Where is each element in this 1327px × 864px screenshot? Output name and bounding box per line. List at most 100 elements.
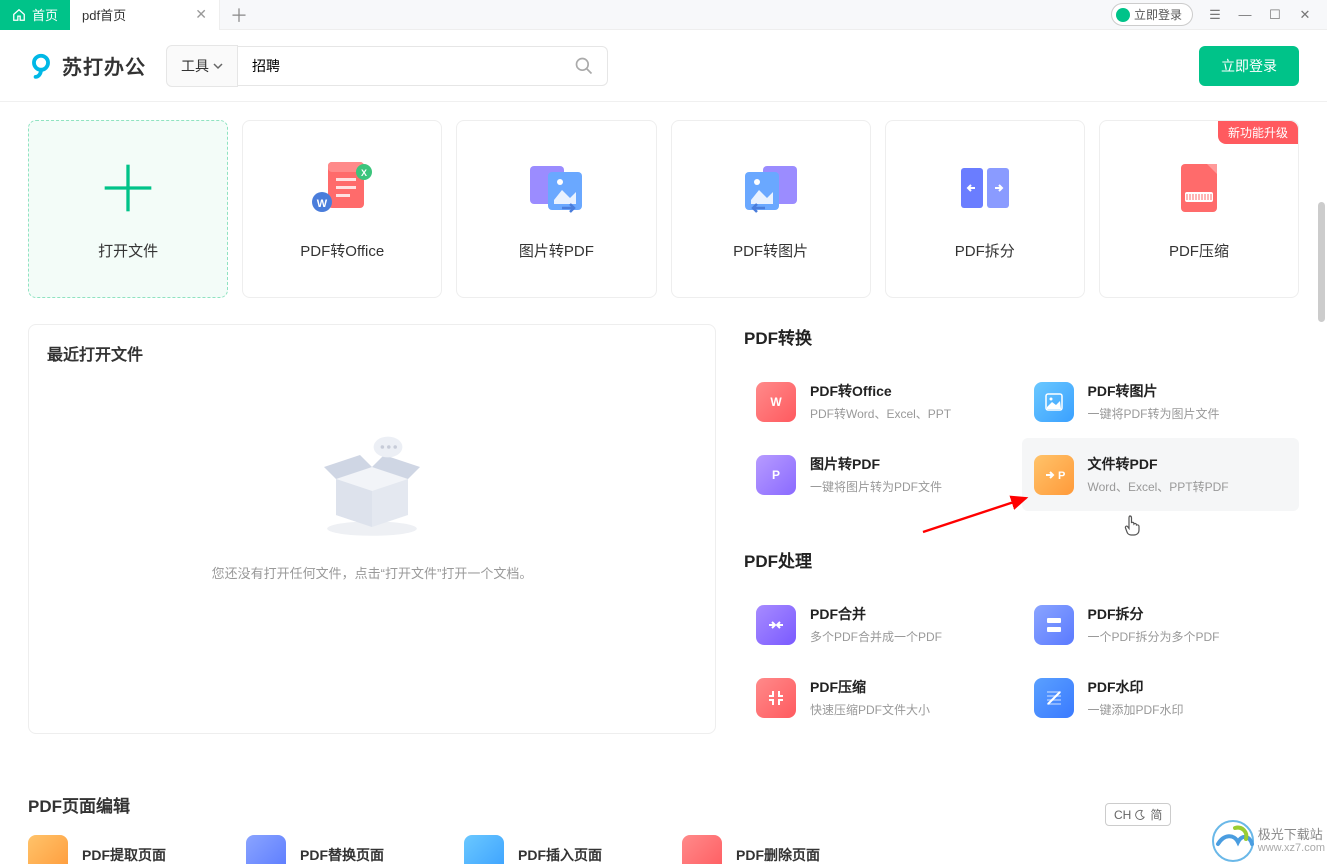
empty-text: 您还没有打开任何文件，点击“打开文件”打开一个文档。 [212,563,533,582]
feature-title: PDF转Office [810,381,951,401]
edit-delete[interactable]: PDF删除页面 [682,835,820,864]
scrollbar[interactable] [1318,202,1325,322]
feature-pdf-to-image[interactable]: PDF转图片 一键将PDF转为图片文件 [1022,365,1300,438]
search-icon[interactable] [574,56,594,76]
brand-logo-icon [28,53,54,79]
card-pdf-split[interactable]: PDF拆分 [885,120,1085,298]
titlebar-login-badge[interactable]: 立即登录 [1111,3,1193,26]
chevron-down-icon [213,61,223,71]
ime-indicator[interactable]: CH 简 [1105,803,1171,826]
empty-state: 您还没有打开任何文件，点击“打开文件”打开一个文档。 [47,365,697,652]
feature-title: PDF水印 [1088,677,1184,697]
page-edit-row: PDF提取页面 PDF替换页面 PDF插入页面 PDF删除页面 [28,835,1299,864]
plus-icon [92,158,164,218]
process-section-title: PDF处理 [744,547,1299,572]
feature-text: 图片转PDF 一键将图片转为PDF文件 [810,454,942,495]
extract-icon [28,835,68,864]
brand-name: 苏打办公 [62,51,146,80]
pdf-image-icon [735,158,807,218]
card-label: PDF拆分 [955,240,1015,261]
feature-desc: 快速压缩PDF文件大小 [810,701,930,718]
edit-extract[interactable]: PDF提取页面 [28,835,166,864]
card-label: PDF转图片 [733,240,808,261]
tab-home-label: 首页 [32,5,58,24]
svg-text:X: X [361,168,367,178]
tab-current[interactable]: pdf首页 ✕ [70,0,220,30]
empty-box-icon [312,413,432,553]
pdf-split-icon [949,158,1021,218]
login-button[interactable]: 立即登录 [1199,46,1299,86]
search-bar: 工具 [166,45,594,87]
moon-icon [1135,809,1146,820]
recent-title: 最近打开文件 [47,341,697,365]
ppt-icon: P [756,455,796,495]
process-grid: PDF合并 多个PDF合并成一个PDF PDF拆分 一个PDF拆分为多个PDF [744,588,1299,734]
tools-label: 工具 [181,56,209,76]
watermark: 极光下载站 www.xz7.com [1212,820,1325,862]
feature-pdf-merge[interactable]: PDF合并 多个PDF合并成一个PDF [744,588,1022,661]
status-dot-icon [1116,8,1130,22]
feature-desc: PDF转Word、Excel、PPT [810,405,951,422]
feature-pdf-split[interactable]: PDF拆分 一个PDF拆分为多个PDF [1022,588,1300,661]
header: 苏打办公 工具 立即登录 [0,30,1327,102]
card-label: PDF压缩 [1169,240,1229,261]
minimize-icon[interactable]: — [1237,7,1253,22]
merge-icon [756,605,796,645]
edit-insert[interactable]: PDF插入页面 [464,835,602,864]
edit-label: PDF删除页面 [736,845,820,864]
feature-title: PDF拆分 [1088,604,1220,624]
card-image-to-pdf[interactable]: 图片转PDF [456,120,656,298]
feature-text: PDF拆分 一个PDF拆分为多个PDF [1088,604,1220,645]
card-label: 图片转PDF [519,240,594,261]
brand-logo[interactable]: 苏打办公 [28,51,146,80]
menu-icon[interactable]: ☰ [1207,7,1223,23]
watermark-icon [1034,678,1074,718]
feature-desc: 一键添加PDF水印 [1088,701,1184,718]
word-icon: W [756,382,796,422]
maximize-icon[interactable]: ☐ [1267,7,1283,23]
edit-replace[interactable]: PDF替换页面 [246,835,384,864]
convert-section-title: PDF转换 [744,324,1299,349]
card-pdf-to-image[interactable]: PDF转图片 [671,120,871,298]
feature-desc: 多个PDF合并成一个PDF [810,628,942,645]
card-label: 打开文件 [98,240,158,261]
feature-desc: 一键将图片转为PDF文件 [810,478,942,495]
feature-title: PDF压缩 [810,677,930,697]
watermark-name: 极光下载站 [1258,827,1325,843]
close-icon[interactable]: ✕ [195,6,207,23]
feature-title: PDF转图片 [1088,381,1220,401]
image-icon [1034,382,1074,422]
feature-pdf-watermark[interactable]: PDF水印 一键添加PDF水印 [1022,661,1300,734]
feature-text: PDF转图片 一键将PDF转为图片文件 [1088,381,1220,422]
image-pdf-icon [520,158,592,218]
search-input[interactable] [238,46,608,86]
split-icon [1034,605,1074,645]
watermark-text: 极光下载站 www.xz7.com [1258,827,1325,856]
titlebar: 首页 pdf首页 ✕ ＋ 立即登录 ☰ — ☐ ✕ [0,0,1327,30]
new-feature-badge: 新功能升级 [1218,121,1298,144]
card-open-file[interactable]: 打开文件 [28,120,228,298]
convert-grid: W PDF转Office PDF转Word、Excel、PPT PDF转图片 一… [744,365,1299,511]
svg-text:P: P [1058,470,1065,482]
watermark-logo-icon [1212,820,1254,862]
add-tab-button[interactable]: ＋ [220,2,258,28]
pdf-office-icon: WX [306,158,378,218]
main-content: 打开文件 WX PDF转Office 图片转PDF PDF转图片 PDF拆分 [0,102,1327,864]
card-label: PDF转Office [300,240,384,261]
feature-text: PDF水印 一键添加PDF水印 [1088,677,1184,718]
tools-dropdown[interactable]: 工具 [166,45,238,87]
feature-text: PDF压缩 快速压缩PDF文件大小 [810,677,930,718]
card-pdf-to-office[interactable]: WX PDF转Office [242,120,442,298]
tab-home[interactable]: 首页 [0,0,70,30]
edit-label: PDF插入页面 [518,845,602,864]
close-window-icon[interactable]: ✕ [1297,7,1313,23]
feature-file-to-pdf[interactable]: P 文件转PDF Word、Excel、PPT转PDF [1022,438,1300,511]
feature-pdf-compress[interactable]: PDF压缩 快速压缩PDF文件大小 [744,661,1022,734]
feature-pdf-to-office[interactable]: W PDF转Office PDF转Word、Excel、PPT [744,365,1022,438]
delete-icon [682,835,722,864]
feature-desc: 一键将PDF转为图片文件 [1088,405,1220,422]
feature-image-to-pdf[interactable]: P 图片转PDF 一键将图片转为PDF文件 [744,438,1022,511]
titlebar-right: 立即登录 ☰ — ☐ ✕ [1111,3,1327,26]
card-pdf-compress[interactable]: 新功能升级 PDF压缩 [1099,120,1299,298]
edit-label: PDF提取页面 [82,845,166,864]
